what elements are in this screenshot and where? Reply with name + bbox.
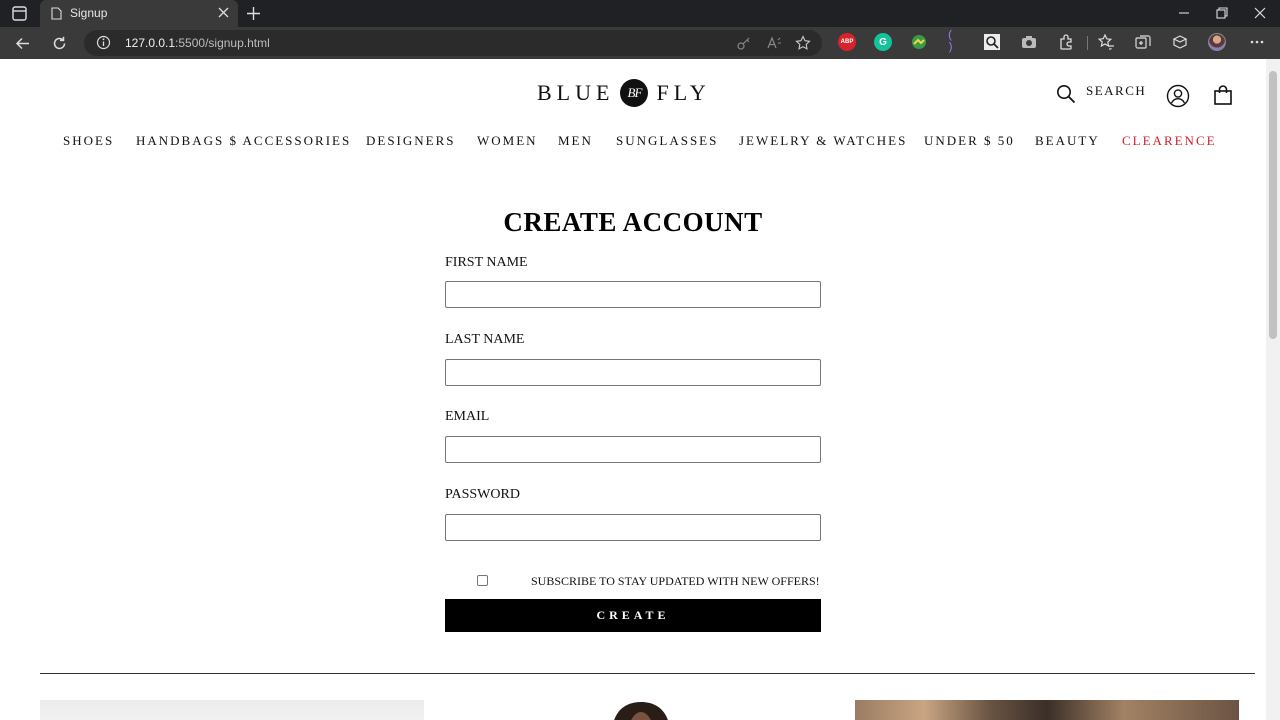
search-button[interactable]: SEARCH [1056, 83, 1147, 104]
site-info-icon[interactable] [96, 35, 111, 50]
browser-toolbar: 127.0.0.1:5500/signup.html ABP G ( ) [0, 27, 1280, 59]
password-key-icon[interactable] [736, 35, 752, 51]
extension-green-icon[interactable] [910, 33, 928, 51]
more-options-icon[interactable] [1248, 33, 1266, 51]
browser-tab-bar: Signup [0, 0, 1280, 27]
email-label: EMAIL [445, 409, 490, 424]
minimize-icon[interactable] [1176, 5, 1192, 21]
read-aloud-icon[interactable] [766, 35, 782, 51]
toolbar-separator [1087, 36, 1088, 50]
extension-brackets-icon[interactable]: ( ) [947, 30, 965, 54]
promo-image-1[interactable] [40, 700, 424, 720]
favorites-icon[interactable] [1097, 33, 1115, 51]
nav-item-clearence[interactable]: CLEARENCE [1122, 133, 1217, 149]
grammarly-icon[interactable]: G [874, 33, 892, 51]
first-name-field[interactable] [445, 281, 821, 308]
nav-item-designers[interactable]: DESIGNERS [366, 133, 456, 149]
last-name-field[interactable] [445, 359, 821, 386]
create-account-button[interactable]: CREATE [445, 599, 821, 632]
url-text[interactable]: 127.0.0.1:5500/signup.html [125, 36, 270, 50]
extensions-puzzle-icon[interactable] [1057, 33, 1075, 51]
page-scrollbar[interactable] [1266, 59, 1280, 720]
account-icon[interactable] [1166, 84, 1190, 108]
new-tab-icon[interactable] [245, 5, 262, 22]
nav-item-men[interactable]: MEN [558, 133, 593, 149]
nav-item-shoes[interactable]: SHOES [63, 133, 114, 149]
nav-item-women[interactable]: WOMEN [477, 133, 538, 149]
nav-item-handbags-accessories[interactable]: HANDBAGS $ ACCESSORIES [136, 133, 351, 149]
restore-icon[interactable] [1214, 5, 1230, 21]
reload-icon[interactable] [51, 35, 68, 52]
camera-icon[interactable] [1020, 33, 1038, 51]
logo-badge: BF [620, 79, 649, 107]
password-label: PASSWORD [445, 487, 520, 502]
add-favorite-icon[interactable] [795, 35, 811, 51]
extension-search-icon[interactable] [983, 33, 1001, 51]
model-hair-graphic [614, 702, 668, 720]
promo-image-2[interactable] [606, 700, 676, 720]
password-field[interactable] [445, 514, 821, 541]
main-navigation: SHOES HANDBAGS $ ACCESSORIES DESIGNERS W… [0, 133, 1266, 153]
nav-item-sunglasses[interactable]: SUNGLASSES [616, 133, 718, 149]
nav-item-under-50[interactable]: UNDER $ 50 [924, 133, 1015, 149]
page-title: CREATE ACCOUNT [503, 207, 763, 237]
adblock-plus-icon[interactable]: ABP [838, 33, 856, 51]
last-name-label: LAST NAME [445, 332, 525, 347]
tab-actions-icon[interactable] [8, 5, 30, 23]
browser-essentials-icon[interactable] [1171, 33, 1189, 51]
scrollbar-thumb[interactable] [1269, 71, 1277, 339]
back-icon[interactable] [14, 35, 31, 52]
subscribe-checkbox[interactable] [477, 575, 488, 586]
page-icon [51, 7, 62, 20]
close-tab-icon[interactable] [217, 6, 230, 19]
search-icon [1057, 85, 1076, 104]
browser-tab[interactable]: Signup [40, 0, 238, 27]
tab-title: Signup [70, 6, 108, 20]
first-name-label: FIRST NAME [445, 255, 528, 270]
profile-avatar[interactable] [1208, 33, 1226, 51]
section-divider [40, 673, 1255, 674]
page-content: BLUE BF FLY SEARCH SHOES HANDBAGS $ ACCE… [0, 59, 1266, 720]
shopping-bag-icon[interactable] [1213, 85, 1233, 105]
search-label: SEARCH [1086, 83, 1147, 98]
collections-icon[interactable] [1134, 33, 1152, 51]
subscribe-label[interactable]: SUBSCRIBE TO STAY UPDATED WITH NEW OFFER… [531, 574, 820, 589]
promo-image-3[interactable] [855, 700, 1239, 720]
nav-item-beauty[interactable]: BEAUTY [1035, 133, 1100, 149]
close-window-icon[interactable] [1252, 5, 1268, 21]
address-bar[interactable]: 127.0.0.1:5500/signup.html [84, 30, 822, 56]
email-field[interactable] [445, 436, 821, 463]
bluefly-logo[interactable]: BLUE BF FLY [537, 78, 711, 108]
nav-item-jewelry-watches[interactable]: JEWELRY & WATCHES [739, 133, 907, 149]
